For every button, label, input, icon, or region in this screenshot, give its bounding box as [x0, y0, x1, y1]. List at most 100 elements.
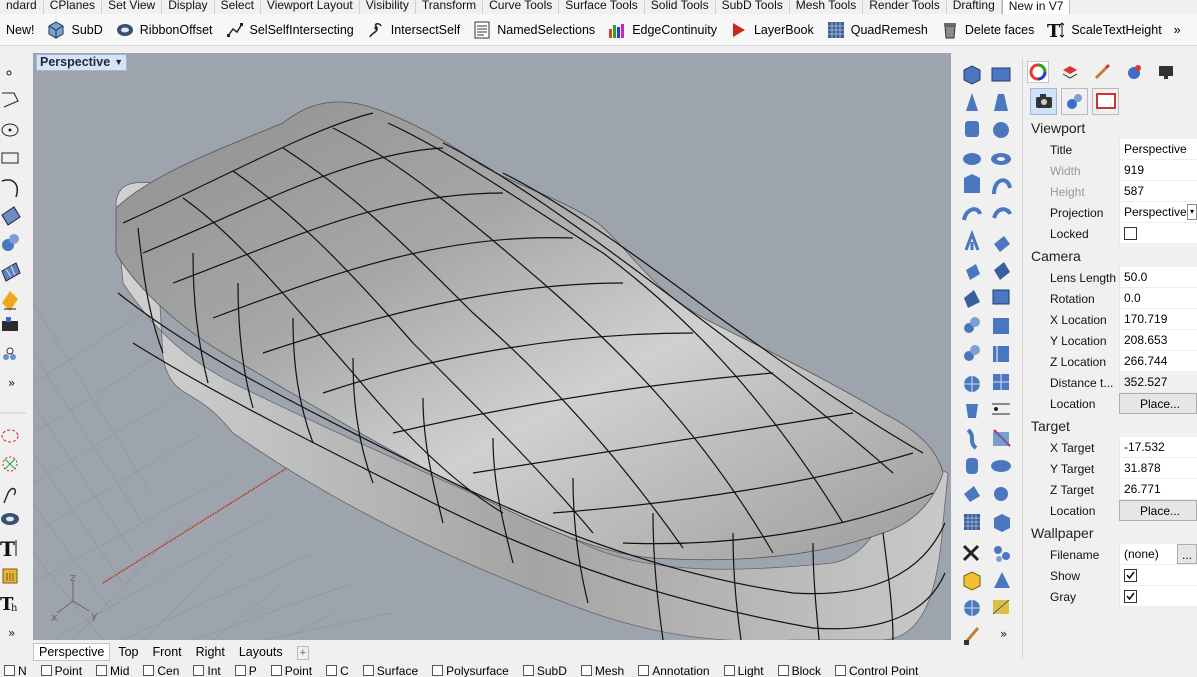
- tube-icon[interactable]: [992, 178, 1012, 195]
- light-icon[interactable]: [2, 291, 18, 311]
- text-icon[interactable]: T: [0, 537, 17, 561]
- add-viewport-tab-button[interactable]: +: [291, 643, 315, 661]
- tab-layouts[interactable]: Layouts: [233, 643, 289, 661]
- osnap-checkbox[interactable]: [834, 665, 846, 676]
- y-location-field[interactable]: 208.653: [1119, 330, 1197, 351]
- locked-checkbox[interactable]: [1124, 227, 1137, 241]
- osnap-checkbox[interactable]: [234, 665, 246, 676]
- multi-sphere-icon[interactable]: [994, 546, 1010, 562]
- quadremesh-button[interactable]: QuadRemesh: [820, 17, 934, 43]
- text-scale-icon[interactable]: Th: [0, 594, 18, 615]
- torus-icon[interactable]: [991, 153, 1011, 165]
- projection-select[interactable]: Perspective ▾: [1119, 202, 1197, 223]
- osnap-checkbox[interactable]: [326, 665, 338, 676]
- select-points-icon[interactable]: [2, 456, 18, 472]
- globe-icon[interactable]: [964, 600, 980, 616]
- selselfintersecting-button[interactable]: SelSelfIntersecting: [219, 17, 360, 43]
- z-target-field[interactable]: 26.771: [1119, 479, 1197, 500]
- osnap-checkbox[interactable]: [4, 665, 15, 676]
- osnap-item[interactable]: C: [326, 664, 349, 677]
- ribbon-tab-mesh-tools[interactable]: Mesh Tools: [790, 0, 864, 14]
- gold-box-icon[interactable]: [963, 571, 981, 591]
- wire-cut-icon[interactable]: [992, 403, 1010, 415]
- osnap-checkbox[interactable]: [522, 665, 534, 676]
- pipe-2-icon[interactable]: [992, 207, 1012, 219]
- box-corner-icon[interactable]: [991, 67, 1011, 82]
- circle-icon[interactable]: [1, 123, 19, 137]
- osnap-item[interactable]: Control Point: [834, 664, 918, 677]
- left-more-bottom-icon[interactable]: »: [8, 626, 15, 640]
- rectangle-icon[interactable]: [1, 152, 19, 164]
- osnap-item[interactable]: Polysurface: [432, 664, 509, 677]
- tools-icon[interactable]: [962, 544, 980, 562]
- viewport-camera-button[interactable]: [1030, 87, 1057, 115]
- mesh-sphere-icon[interactable]: [964, 376, 980, 392]
- rotation-field[interactable]: 0.0: [1119, 288, 1197, 309]
- extrude-icon[interactable]: [964, 229, 980, 251]
- flow-icon[interactable]: [994, 572, 1010, 588]
- shell-icon[interactable]: [966, 404, 978, 418]
- lens-length-field[interactable]: 50.0: [1119, 267, 1197, 288]
- ribbonoffset-button[interactable]: RibbonOffset: [109, 17, 219, 43]
- ribbon-tab-cplanes[interactable]: CPlanes: [44, 0, 103, 14]
- paint-icon[interactable]: [964, 627, 980, 645]
- tab-layers[interactable]: [1059, 61, 1081, 83]
- solid-icon[interactable]: [2, 234, 19, 251]
- ribbon-tab-select[interactable]: Select: [215, 0, 261, 14]
- viewport-title-menu[interactable]: Perspective ▼: [36, 54, 128, 71]
- scaletextheight-button[interactable]: T ScaleTextHeight: [1040, 17, 1167, 43]
- osnap-checkbox[interactable]: [193, 665, 205, 676]
- osnap-item[interactable]: P: [234, 664, 257, 677]
- gray-checkbox[interactable]: [1124, 590, 1137, 604]
- delete-tool-icon[interactable]: [2, 568, 18, 584]
- tab-right[interactable]: Right: [190, 643, 231, 661]
- point-icon[interactable]: [6, 70, 12, 76]
- cylinder-icon[interactable]: [965, 121, 979, 137]
- patch-icon[interactable]: [991, 460, 1011, 472]
- paraboloid-icon[interactable]: [964, 174, 980, 193]
- intersectself-button[interactable]: IntersectSelf: [360, 17, 466, 43]
- ribbon-tab-display[interactable]: Display: [162, 0, 215, 14]
- osnap-checkbox[interactable]: [143, 665, 155, 676]
- ribbon-more-button[interactable]: »: [1168, 17, 1187, 43]
- tab-display[interactable]: [1155, 61, 1177, 83]
- edgecontinuity-button[interactable]: EdgeContinuity: [601, 17, 723, 43]
- delete-faces-button[interactable]: Delete faces: [934, 17, 1040, 43]
- ribbon-tab-ndard[interactable]: ndard: [0, 0, 44, 14]
- curve-icon[interactable]: [1, 179, 18, 198]
- mesh-grid-icon[interactable]: [964, 514, 980, 530]
- cylinder-2-icon[interactable]: [966, 458, 978, 474]
- osnap-checkbox[interactable]: [362, 665, 374, 676]
- curve-tool-icon[interactable]: [3, 487, 17, 504]
- ribbon-tab-new-in-v7[interactable]: New in V7: [1001, 0, 1071, 14]
- subd-button[interactable]: SubD: [40, 17, 108, 43]
- surface-icon[interactable]: [1, 206, 21, 226]
- osnap-item[interactable]: Point: [270, 664, 312, 677]
- tab-render[interactable]: [1123, 61, 1145, 83]
- ribbon-tab-visibility[interactable]: Visibility: [360, 0, 416, 14]
- tab-top[interactable]: Top: [112, 643, 144, 661]
- boolean-intersection-icon[interactable]: [964, 345, 980, 361]
- left-more-icon[interactable]: »: [8, 376, 15, 390]
- ribbon-tab-curve-tools[interactable]: Curve Tools: [483, 0, 560, 14]
- osnap-item[interactable]: Int: [193, 664, 221, 677]
- ribbon-tab-drafting[interactable]: Drafting: [947, 0, 1002, 14]
- x-location-field[interactable]: 170.719: [1119, 309, 1197, 330]
- target-place-button[interactable]: Place...: [1119, 500, 1197, 521]
- x-target-field[interactable]: -17.532: [1119, 437, 1197, 458]
- boolean-difference-icon[interactable]: [993, 318, 1009, 334]
- width-field[interactable]: 919: [1119, 160, 1197, 181]
- perspective-viewport[interactable]: z y x Perspective ▼: [33, 53, 951, 640]
- extrude-cone-icon[interactable]: [994, 262, 1010, 280]
- osnap-item[interactable]: SubD: [522, 664, 567, 677]
- osnap-item[interactable]: Mid: [96, 664, 129, 677]
- transform-icon[interactable]: [2, 317, 18, 331]
- osnap-checkbox[interactable]: [270, 665, 282, 676]
- boolean-union-icon[interactable]: [964, 317, 980, 333]
- browse-button[interactable]: ...: [1176, 544, 1197, 564]
- osnap-checkbox[interactable]: [638, 665, 650, 676]
- lasso-select-icon[interactable]: [1, 429, 19, 443]
- tab-properties[interactable]: [1027, 61, 1049, 83]
- osnap-item[interactable]: N: [4, 664, 27, 677]
- ribbon-tab-set-view[interactable]: Set View: [102, 0, 163, 14]
